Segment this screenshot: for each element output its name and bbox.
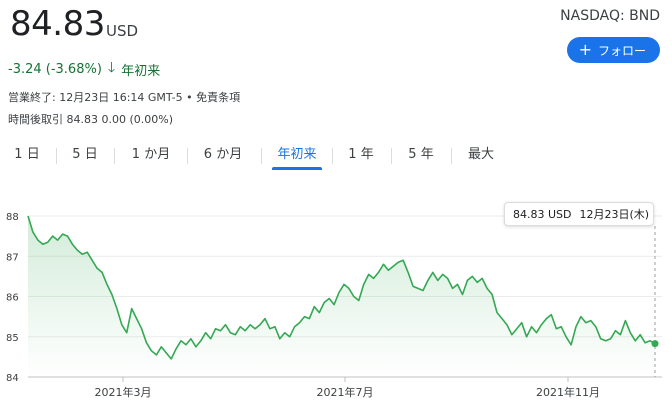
x-tick-label: 2021年7月	[317, 385, 374, 399]
x-tick-label: 2021年3月	[95, 385, 152, 399]
y-tick-label: 84	[6, 373, 19, 384]
x-tick-label: 2021年11月	[536, 385, 600, 399]
y-tick-label: 85	[6, 333, 19, 344]
y-tick-label: 88	[6, 212, 19, 223]
y-tick-label: 87	[6, 252, 19, 263]
y-tick-label: 86	[6, 293, 19, 304]
hover-tooltip: 84.83 USD 12月23日(木)	[504, 202, 654, 226]
hover-point	[651, 340, 659, 348]
tooltip-date: 12月23日(木)	[579, 208, 650, 221]
tooltip-value: 84.83 USD	[513, 208, 572, 221]
